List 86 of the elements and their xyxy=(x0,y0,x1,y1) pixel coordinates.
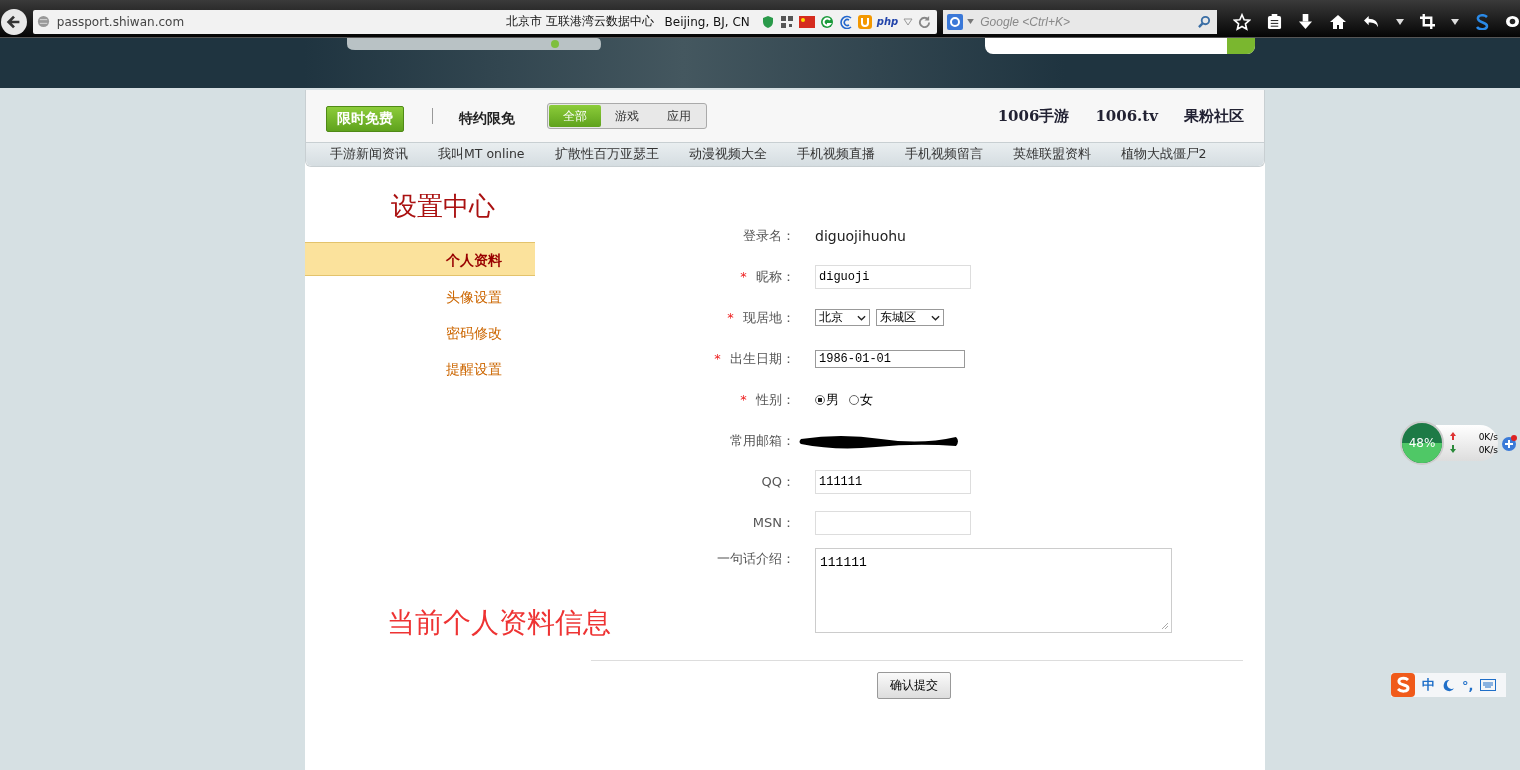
input-field[interactable] xyxy=(815,510,971,535)
sidebar-item[interactable]: 头像设置 xyxy=(305,280,535,314)
caret-icon[interactable] xyxy=(1396,18,1404,25)
search-input[interactable]: Google <Ctrl+K> xyxy=(978,13,1194,30)
crop-icon[interactable] xyxy=(1420,14,1435,29)
site-search-field[interactable] xyxy=(985,38,1255,54)
date-field[interactable]: 1986-01-01 xyxy=(815,349,965,368)
add-icon[interactable] xyxy=(1500,434,1518,452)
filter-tab[interactable]: 游戏 xyxy=(601,105,653,127)
address-bar[interactable]: passport.shiwan.com 北京市 互联港湾云数据中心 Beijing, BJ, CN php xyxy=(32,9,938,34)
field-label: 出生日期： xyxy=(730,350,795,366)
punctuation-toggle[interactable]: °, xyxy=(1462,677,1474,693)
keyboard-icon[interactable] xyxy=(1480,679,1497,691)
star-icon[interactable] xyxy=(1233,12,1251,31)
resize-grip-icon[interactable] xyxy=(1161,622,1169,630)
download-arrow-icon xyxy=(1450,444,1456,453)
text-area[interactable]: 111111 xyxy=(815,548,1172,633)
sub-nav-link[interactable]: 英雄联盟资料 xyxy=(1012,146,1091,163)
shield-icon xyxy=(760,14,775,29)
filter-tab[interactable]: 应用 xyxy=(653,105,705,127)
u-logo-icon xyxy=(857,14,872,29)
annotation-text: 当前个人资料信息 xyxy=(387,605,611,641)
sub-nav-link[interactable]: 我叫MT online xyxy=(438,146,525,163)
moon-icon[interactable] xyxy=(1442,678,1455,692)
addon-label[interactable]: php xyxy=(876,16,899,27)
download-rate: 0K/s xyxy=(1478,444,1498,455)
required-mark: * xyxy=(727,309,734,325)
nav-link[interactable]: 1006.tv xyxy=(1095,107,1158,125)
submit-button[interactable]: 确认提交 xyxy=(877,672,951,699)
clipboard-icon[interactable] xyxy=(1267,13,1282,30)
required-mark: * xyxy=(740,391,747,407)
sub-nav-link[interactable]: 动漫视频大全 xyxy=(688,146,767,163)
sidebar-item[interactable]: 密码修改 xyxy=(305,316,535,350)
nav-link[interactable]: 1006手游 xyxy=(997,106,1070,126)
home-icon[interactable] xyxy=(1329,13,1347,30)
caret-icon xyxy=(967,19,975,24)
upload-arrow-icon xyxy=(1450,431,1456,440)
location-text: 北京市 互联港湾云数据中心 xyxy=(505,13,654,30)
required-mark: * xyxy=(740,268,747,284)
caret-icon[interactable] xyxy=(1451,18,1459,25)
s-logo-icon[interactable] xyxy=(1391,673,1415,697)
s-logo-icon[interactable] xyxy=(1475,13,1489,30)
sub-nav-link[interactable]: 植物大战僵尸2 xyxy=(1120,146,1207,163)
field-label: 常用邮箱： xyxy=(730,432,795,448)
download-icon[interactable] xyxy=(1298,13,1313,30)
sub-nav-link[interactable]: 手机视频直播 xyxy=(796,146,875,163)
search-engine-icon xyxy=(947,13,964,30)
field-label: 一句话介绍： xyxy=(717,551,795,566)
upload-rate: 0K/s xyxy=(1478,431,1498,442)
flag-icon xyxy=(798,15,815,28)
field-label: QQ： xyxy=(761,473,795,489)
field-label: MSN： xyxy=(752,514,795,530)
site-search-button[interactable] xyxy=(1227,38,1255,54)
input-mode-toggle[interactable]: 中 xyxy=(1422,676,1435,694)
search-icon[interactable] xyxy=(1198,15,1211,28)
wave-icon xyxy=(838,14,853,29)
select-box[interactable]: 北京 xyxy=(815,309,870,326)
globe-icon xyxy=(36,15,50,28)
radio-option[interactable]: 男 xyxy=(815,390,839,409)
undo-icon[interactable] xyxy=(1363,14,1380,29)
reload-icon[interactable] xyxy=(918,15,932,28)
required-mark: * xyxy=(714,350,721,366)
field-label: 登录名： xyxy=(743,227,795,243)
field-label: 性别： xyxy=(756,391,795,407)
eye-icon[interactable] xyxy=(1505,15,1520,28)
settings-title: 设置中心 xyxy=(390,190,496,223)
sidebar-item[interactable]: 个人资料 xyxy=(305,242,535,276)
sidebar-item[interactable]: 提醒设置 xyxy=(305,352,535,386)
nav-link[interactable]: 特约限免 xyxy=(459,110,515,128)
sub-nav-link[interactable]: 手机视频留言 xyxy=(904,146,983,163)
field-label: 现居地： xyxy=(743,309,795,325)
sub-nav-link[interactable]: 扩散性百万亚瑟王 xyxy=(554,146,659,163)
location-text: Beijing, BJ, CN xyxy=(664,14,750,29)
field-label: 昵称： xyxy=(756,268,795,284)
field-value: diguojihuohu xyxy=(815,227,906,244)
url-text: passport.shiwan.com xyxy=(56,14,185,29)
search-field[interactable]: Google <Ctrl+K> xyxy=(943,9,1217,34)
back-button[interactable] xyxy=(1,8,27,35)
input-field[interactable]: diguoji xyxy=(815,264,971,289)
input-field[interactable]: 111111 xyxy=(815,469,971,494)
nav-link[interactable]: 果粉社区 xyxy=(1184,106,1244,126)
sub-nav-link[interactable]: 手游新闻资讯 xyxy=(330,146,408,163)
select-box[interactable]: 东城区 xyxy=(876,309,944,326)
g-logo-icon xyxy=(819,14,834,29)
radio-option[interactable]: 女 xyxy=(849,390,873,409)
qr-code-icon xyxy=(779,14,794,29)
